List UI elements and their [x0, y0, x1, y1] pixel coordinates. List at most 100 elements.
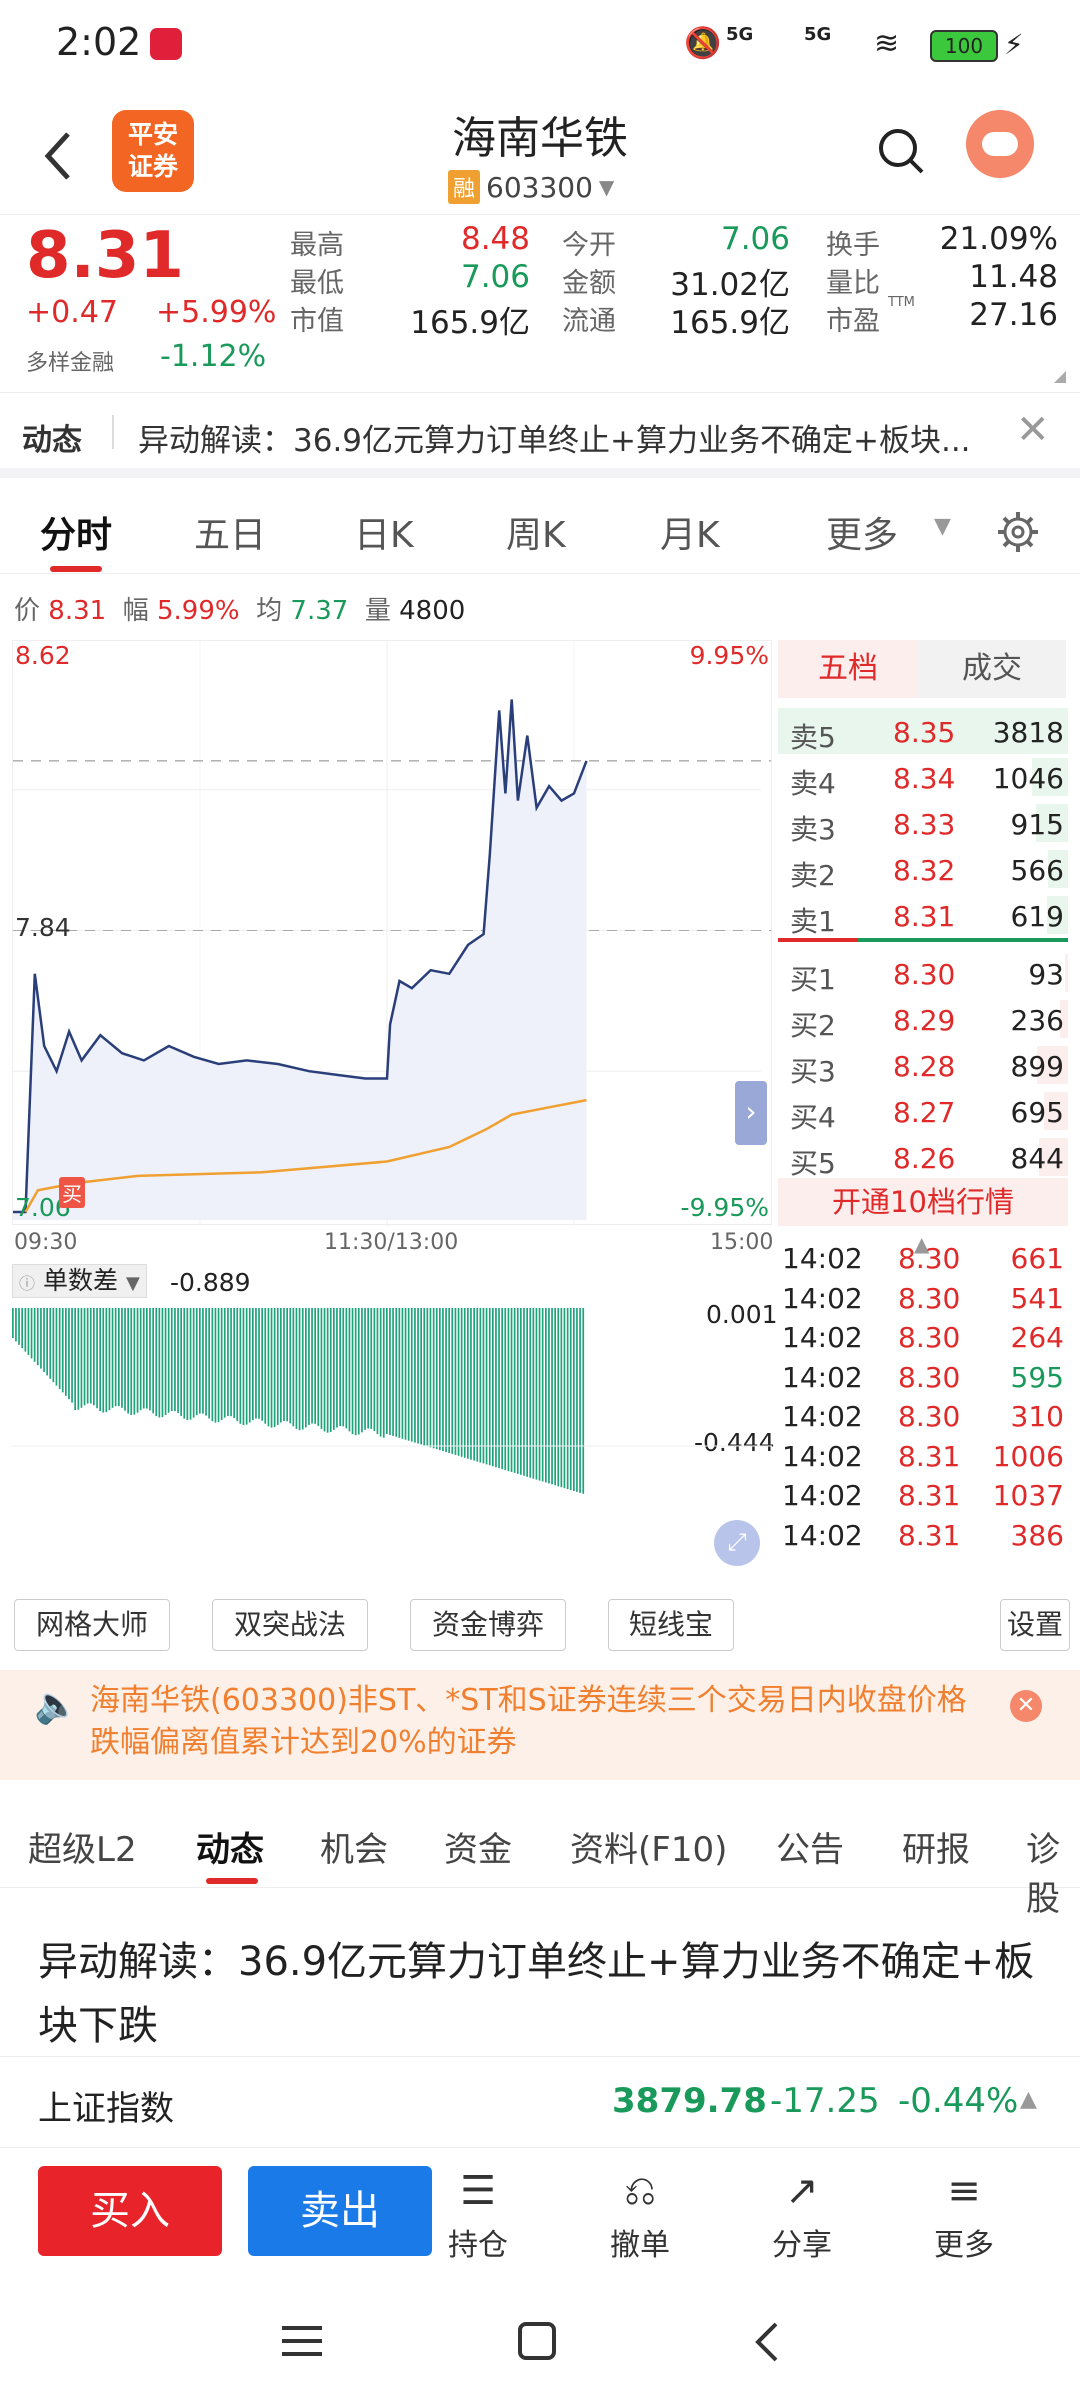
tab-5[interactable]: 更多	[826, 506, 898, 558]
indicator-bar	[167, 1308, 170, 1413]
ask-row[interactable]: 卖3 8.33 915	[778, 800, 1068, 846]
chart-info-line: 价 8.31 幅 5.99% 均 7.37 量 4800	[14, 590, 465, 627]
indicator-bar	[417, 1308, 419, 1444]
tool-button-4[interactable]: 设置	[1000, 1599, 1070, 1651]
section-tab-5[interactable]: 公告	[776, 1822, 844, 1871]
quote-label: 量比	[826, 268, 880, 299]
bid-row[interactable]: 买1 8.30 93	[778, 950, 1068, 996]
alert-close-icon[interactable]: ✕	[1010, 1690, 1042, 1722]
quote-value: 27.16	[969, 297, 1058, 333]
nav-menu-icon[interactable]	[282, 2326, 322, 2356]
tab-0[interactable]: 分时	[40, 506, 112, 558]
bid-row[interactable]: 买5 8.26 844	[778, 1134, 1068, 1180]
tab-five-levels[interactable]: 五档	[778, 640, 918, 698]
buy-marker[interactable]: 买	[59, 1177, 85, 1208]
indicator-bar	[30, 1308, 33, 1359]
indicator-bar	[130, 1308, 133, 1415]
section-tab-0[interactable]: 超级L2	[28, 1822, 137, 1871]
system-nav-bar	[0, 2288, 1080, 2400]
ask-row[interactable]: 卖4 8.34 1046	[778, 754, 1068, 800]
trade-ticks[interactable]: 14:02 8.30 661 14:02 8.30 541 14:02 8.30 264 14:0…	[778, 1240, 1068, 1580]
section-tab-6[interactable]: 研报	[902, 1822, 970, 1871]
open-level10-button[interactable]: 开通10档行情	[778, 1178, 1068, 1226]
indicator-bar	[376, 1308, 379, 1434]
indicator-bar	[46, 1308, 48, 1376]
sell-button[interactable]: 卖出	[248, 2166, 432, 2256]
article-title[interactable]: 异动解读：36.9亿元算力订单终止+算力业务不确定+板块下跌	[38, 1930, 1058, 2058]
index-pct: -0.44%	[898, 2081, 1019, 2121]
index-change: -17.25	[770, 2081, 880, 2121]
stock-code-row[interactable]: 融 603300 ▼	[448, 170, 614, 204]
bid-volume: 236	[1010, 1004, 1064, 1037]
index-bar[interactable]: 上证指数 3879.78 -17.25 -0.44% ▲	[0, 2056, 1080, 2148]
corner-expand-icon[interactable]	[1054, 371, 1066, 383]
risk-alert[interactable]: 🔈 海南华铁(603300)非ST、*ST和S证券连续三个交易日内收盘价格跌幅偏…	[0, 1670, 1080, 1780]
tool-button-2[interactable]: 资金博弈	[410, 1599, 566, 1651]
section-tabs: 超级L2 动态 机会 资金 资料(F10) 公告 研报 诊股	[0, 1800, 1080, 1919]
tab-3[interactable]: 周K	[506, 506, 566, 558]
indicator-bar	[563, 1308, 566, 1489]
indicator-bar	[174, 1308, 176, 1412]
speaker-icon: 🔈	[34, 1685, 79, 1726]
bid-label: 买2	[790, 1009, 836, 1042]
buy-button[interactable]: 买入	[38, 2166, 222, 2256]
tick-row: 14:02 8.30 264	[778, 1319, 1068, 1359]
indicator-bar	[326, 1308, 329, 1433]
tab-1[interactable]: 五日	[194, 506, 266, 558]
undo-icon: ⎌	[624, 2168, 656, 2214]
action-item-1[interactable]: ⎌ 撤单	[590, 2168, 690, 2264]
battery-icon: 100	[930, 30, 998, 62]
tab-trades[interactable]: 成交	[918, 640, 1066, 698]
avatar[interactable]	[966, 110, 1034, 178]
search-icon[interactable]	[876, 126, 926, 182]
action-item-2[interactable]: ↗ 分享	[752, 2168, 852, 2264]
ask-row[interactable]: 卖1 8.31 619	[778, 892, 1068, 938]
indicator-bar	[320, 1308, 323, 1429]
indicator-bar	[435, 1308, 438, 1450]
action-item-3[interactable]: ≡ 更多	[914, 2168, 1014, 2264]
indicator-bar	[258, 1308, 260, 1419]
intraday-chart[interactable]: 8.62 7.84 7.06 9.95% -9.95% 买 ›	[12, 640, 772, 1226]
tool-button-3[interactable]: 短线宝	[608, 1599, 734, 1651]
section-tab-2[interactable]: 机会	[320, 1822, 388, 1871]
indicator-bar	[305, 1308, 307, 1428]
ask-row[interactable]: 卖5 8.35 3818	[778, 708, 1068, 754]
expand-up-icon[interactable]: ▲	[1020, 2087, 1037, 2112]
nav-home-icon[interactable]	[518, 2322, 556, 2360]
section-tab-4[interactable]: 资料(F10)	[570, 1822, 727, 1871]
indicator-bar	[68, 1308, 70, 1400]
settings-gear-icon[interactable]	[996, 510, 1040, 554]
section-tab-1[interactable]: 动态	[196, 1822, 264, 1871]
indicator-bar	[164, 1308, 167, 1416]
indicator-selector[interactable]: ⓘ 单数差 ▼	[12, 1264, 147, 1298]
bid-row[interactable]: 买2 8.29 236	[778, 996, 1068, 1042]
dropdown-icon[interactable]: ▼	[934, 514, 951, 539]
indicator-bar	[71, 1308, 73, 1403]
tick-row: 14:02 8.30 541	[778, 1280, 1068, 1320]
bid-row[interactable]: 买4 8.27 695	[778, 1088, 1068, 1134]
nav-back-icon[interactable]	[752, 2320, 782, 2364]
tool-button-1[interactable]: 双突战法	[212, 1599, 368, 1651]
bid-row[interactable]: 买3 8.28 899	[778, 1042, 1068, 1088]
tab-4[interactable]: 月K	[660, 506, 720, 558]
action-label: 撤单	[610, 2228, 670, 2263]
fullscreen-icon[interactable]: ⤢	[714, 1520, 760, 1566]
price-change: +0.47	[26, 295, 118, 330]
tool-button-0[interactable]: 网格大师	[14, 1599, 170, 1651]
indicator-bar	[49, 1308, 52, 1379]
section-tab-7[interactable]: 诊股	[1026, 1822, 1080, 1920]
indicator-bar	[233, 1308, 235, 1419]
indicator-bar	[161, 1308, 164, 1418]
expand-orderbook-icon[interactable]: ›	[735, 1081, 767, 1145]
close-icon[interactable]: ✕	[1016, 407, 1050, 453]
ask-volume: 566	[1010, 854, 1064, 887]
indicator-bar	[395, 1308, 398, 1437]
section-tab-3[interactable]: 资金	[444, 1822, 512, 1871]
indicator-bar	[298, 1308, 301, 1431]
news-text[interactable]: 异动解读：36.9亿元算力订单终止+算力业务不确定+板块...	[138, 415, 1008, 460]
action-item-0[interactable]: ☰ 持仓	[428, 2168, 528, 2264]
ask-row[interactable]: 卖2 8.32 566	[778, 846, 1068, 892]
indicator-bar	[479, 1308, 482, 1463]
news-ticker[interactable]: 动态 异动解读：36.9亿元算力订单终止+算力业务不确定+板块... ✕	[0, 392, 1080, 478]
tab-2[interactable]: 日K	[354, 506, 414, 558]
